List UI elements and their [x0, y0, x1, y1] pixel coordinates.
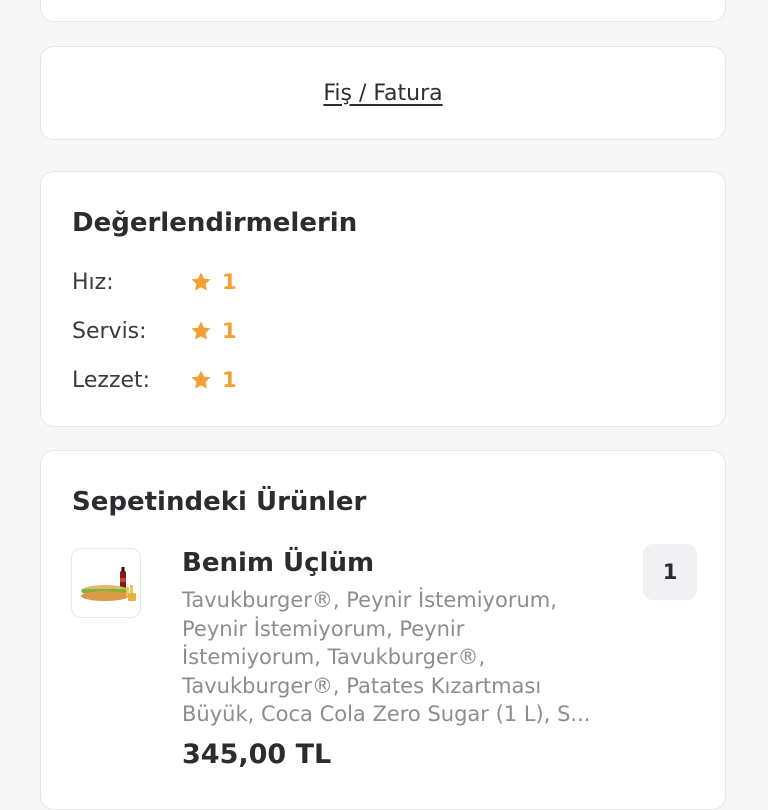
product-description-line: Tavukburger®, Patates Kızartması	[182, 673, 542, 698]
star-icon	[191, 272, 211, 291]
rating-label-taste: Lezzet:	[72, 367, 151, 393]
product-price: 345,00 TL	[182, 739, 332, 770]
rating-label-speed: Hız:	[72, 269, 114, 295]
product-image	[71, 548, 141, 618]
quantity-badge: 1	[643, 544, 697, 600]
receipt-invoice-link[interactable]: Fiş / Fatura	[323, 81, 442, 106]
product-description-line: İstemiyorum, Tavukburger®,	[182, 645, 486, 669]
receipt-card: Fiş / Fatura	[40, 46, 726, 140]
rating-value-service: 1	[222, 319, 237, 343]
star-icon	[191, 370, 211, 389]
rating-row-speed: Hız: 1	[72, 265, 472, 299]
product-name: Benim Üçlüm	[182, 548, 375, 578]
ratings-title: Değerlendirmelerin	[72, 208, 358, 238]
product-description-line: Tavukburger®, Peynir İstemiyorum,	[182, 588, 557, 612]
rating-row-taste: Lezzet: 1	[72, 363, 472, 397]
product-description-line: Büyük, Coca Cola Zero Sugar (1 L), S...	[182, 702, 591, 726]
basket-title: Sepetindeki Ürünler	[72, 487, 367, 517]
rating-value-speed: 1	[222, 270, 237, 294]
rating-label-service: Servis:	[72, 318, 147, 344]
previous-card	[40, 0, 726, 22]
basket-card: Sepetindeki Ürünler Benim Üçlüm Tavukbur…	[40, 450, 726, 810]
burger-menu-icon	[81, 567, 136, 601]
star-icon	[191, 321, 211, 340]
rating-row-service: Servis: 1	[72, 314, 472, 348]
rating-value-taste: 1	[222, 368, 237, 392]
product-description-line: Peynir İstemiyorum, Peynir	[182, 616, 465, 641]
product-description: Tavukburger®, Peynir İstemiyorum, Peynir…	[182, 586, 642, 729]
